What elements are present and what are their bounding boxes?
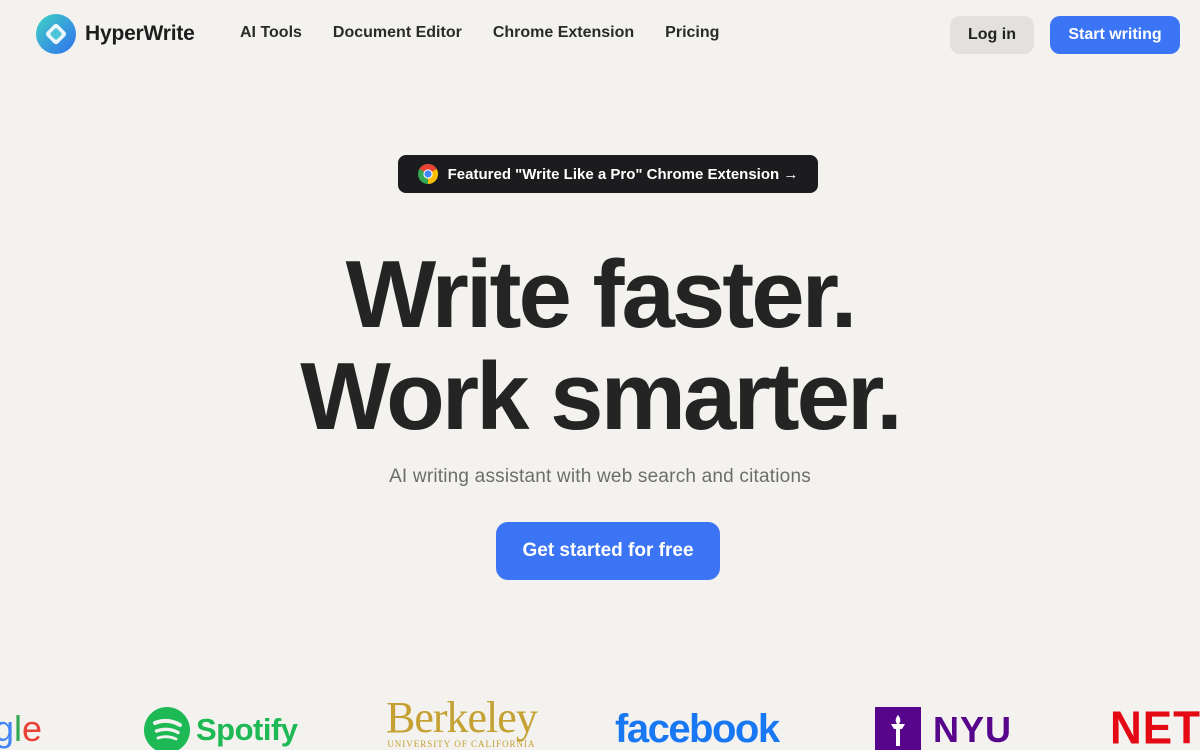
google-logo-letter-g: g <box>0 708 15 749</box>
berkeley-wordmark: Berkeley <box>386 700 538 742</box>
brand-home-link[interactable]: HyperWrite <box>36 14 195 54</box>
google-logo: gle <box>0 704 42 750</box>
hyperwrite-logo-icon <box>36 14 76 54</box>
login-button[interactable]: Log in <box>950 16 1034 54</box>
main-nav: AI Tools Document Editor Chrome Extensio… <box>240 24 719 42</box>
hero-subtitle: AI writing assistant with web search and… <box>389 466 811 487</box>
hero-headline-line-2: Work smarter. <box>300 343 903 450</box>
netflix-logo: NETF <box>1110 702 1200 750</box>
google-logo-letter-e: e <box>22 708 43 749</box>
brand-name: HyperWrite <box>85 22 195 45</box>
nav-ai-tools[interactable]: AI Tools <box>240 24 302 42</box>
chrome-extension-badge[interactable]: Featured "Write Like a Pro" Chrome Exten… <box>398 155 818 193</box>
landing-page: HyperWrite AI Tools Document Editor Chro… <box>0 0 1200 750</box>
customer-logos-strip: gle Spotify Berkeley UNIVERSITY OF CALIF… <box>0 700 1200 750</box>
nyu-wordmark: NYU <box>933 709 1013 750</box>
nav-document-editor[interactable]: Document Editor <box>333 24 462 42</box>
start-writing-button[interactable]: Start writing <box>1050 16 1180 54</box>
nyu-logo: NYU <box>875 705 1012 750</box>
spotify-logo: Spotify <box>144 705 298 750</box>
get-started-button[interactable]: Get started for free <box>496 522 720 580</box>
google-logo-letter-l: l <box>14 708 23 749</box>
nyu-torch-icon <box>875 707 921 750</box>
berkeley-logo: Berkeley UNIVERSITY OF CALIFORNIA <box>386 700 538 750</box>
hero-headline-line-1: Write faster. <box>345 241 858 348</box>
facebook-logo: facebook <box>615 706 780 750</box>
spotify-icon <box>144 707 190 750</box>
berkeley-subtitle: UNIVERSITY OF CALIFORNIA <box>387 739 536 749</box>
chrome-icon <box>417 164 438 184</box>
spotify-wordmark: Spotify <box>196 712 298 747</box>
nav-pricing[interactable]: Pricing <box>665 24 719 42</box>
badge-label: Featured "Write Like a Pro" Chrome Exten… <box>447 165 799 183</box>
nav-chrome-extension[interactable]: Chrome Extension <box>493 24 634 42</box>
top-header: HyperWrite AI Tools Document Editor Chro… <box>0 0 1200 68</box>
